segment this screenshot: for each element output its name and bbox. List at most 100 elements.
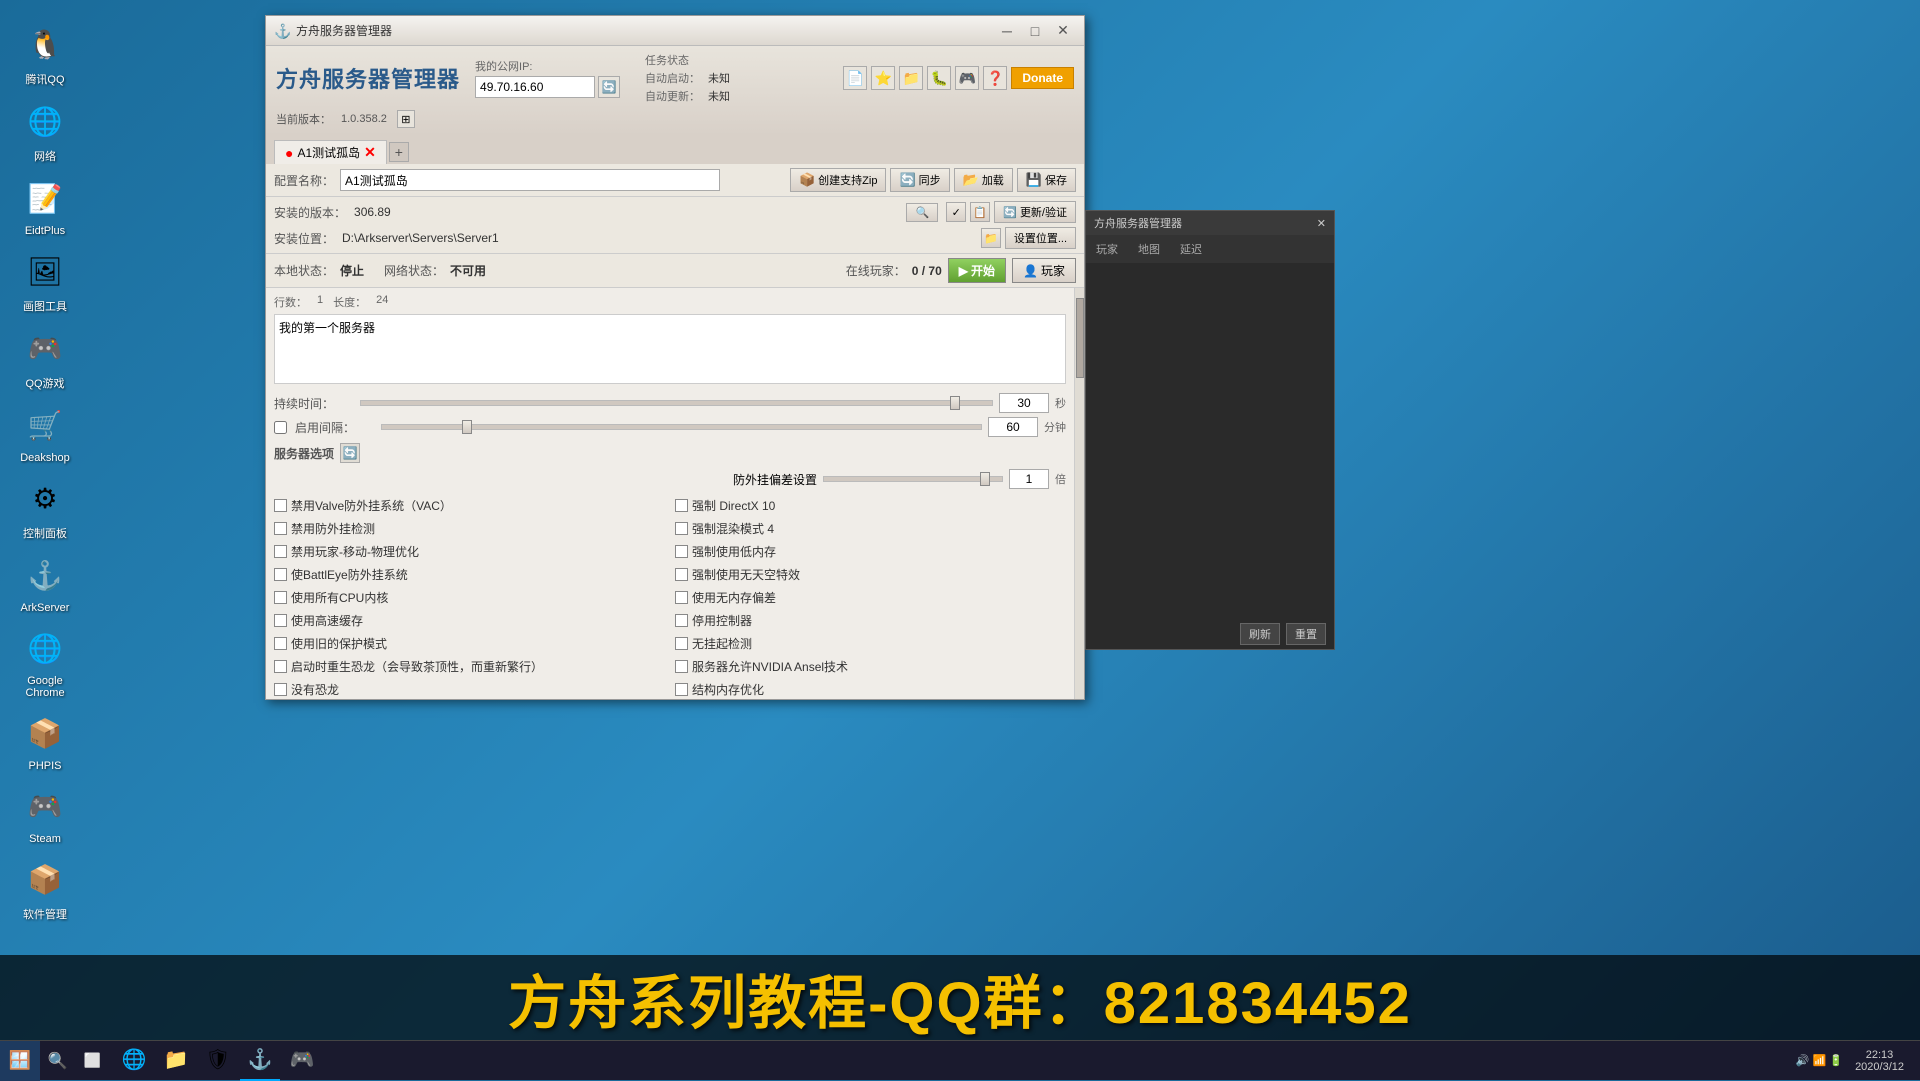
desktop-icon-phpis[interactable]: 📦 PHPIS <box>8 709 83 772</box>
duration-value-input[interactable] <box>999 393 1049 413</box>
taskbar-app-edge[interactable]: 🌐 <box>114 1041 154 1081</box>
right-panel-tab-latency[interactable]: 延迟 <box>1174 239 1208 259</box>
refresh-button[interactable]: 刷新 <box>1240 623 1280 645</box>
steam-link-button[interactable]: 🎮 <box>955 66 979 90</box>
folder-icon-button[interactable]: 📁 <box>899 66 923 90</box>
mix-mode4-checkbox[interactable] <box>675 522 688 535</box>
taskbar-app-explorer[interactable]: 📁 <box>156 1041 196 1081</box>
options-refresh-icon[interactable]: 🔄 <box>340 443 360 463</box>
save-button[interactable]: 💾 保存 <box>1017 168 1076 192</box>
desktop-icon-chrome[interactable]: 🌐 Google Chrome <box>8 624 83 699</box>
taskbar-search-button[interactable]: 🔍 <box>40 1041 75 1081</box>
check-button[interactable]: ✓ <box>946 202 966 222</box>
interval-thumb[interactable] <box>462 420 472 434</box>
desktop-icon-arkserver[interactable]: ⚓ ArkServer <box>8 551 83 614</box>
start-button[interactable]: ▶ 开始 <box>948 258 1006 283</box>
ip-refresh-button[interactable]: 🔄 <box>598 76 620 98</box>
no-dino-checkbox[interactable] <box>274 683 287 696</box>
start-menu-button[interactable]: 🪟 <box>0 1041 40 1081</box>
close-button[interactable]: ✕ <box>1050 21 1076 41</box>
duration-slider[interactable] <box>360 400 993 406</box>
nvidia-ansel-checkbox[interactable] <box>675 660 688 673</box>
vac-checkbox[interactable] <box>274 499 287 512</box>
all-cpu-checkbox[interactable] <box>274 591 287 604</box>
config-name-input[interactable] <box>340 169 720 191</box>
browse-button[interactable]: 📁 <box>981 228 1001 248</box>
file-icon-button[interactable]: 📄 <box>843 66 867 90</box>
taskbar-app-ark[interactable]: ⚓ <box>240 1041 280 1081</box>
right-panel-tab-map[interactable]: 地图 <box>1132 239 1166 259</box>
player-physics-label: 禁用玩家-移动-物理优化 <box>291 543 419 560</box>
sync-button[interactable]: 🔄 同步 <box>890 168 949 192</box>
server-name-textarea[interactable]: 我的第一个服务器 <box>274 314 1066 384</box>
scrollbar-thumb[interactable] <box>1076 298 1084 378</box>
struct-mem-checkbox[interactable] <box>675 683 688 696</box>
star-icon-button[interactable]: ⭐ <box>871 66 895 90</box>
version-value: 1.0.358.2 <box>341 113 387 125</box>
version-icon-button[interactable]: ⊞ <box>397 110 415 128</box>
reset-button[interactable]: 重置 <box>1286 623 1326 645</box>
battleye-checkbox[interactable] <box>274 568 287 581</box>
old-protect-checkbox[interactable] <box>274 637 287 650</box>
help-icon-button[interactable]: ❓ <box>983 66 1007 90</box>
copy-button[interactable]: 📋 <box>970 202 990 222</box>
donate-button[interactable]: Donate <box>1011 67 1074 89</box>
right-panel-tab-players[interactable]: 玩家 <box>1090 239 1124 259</box>
high-speed-checkbox[interactable] <box>274 614 287 627</box>
desktop-icon-control[interactable]: ⚙ 控制面板 <box>8 474 83 541</box>
anticheat-value-input[interactable] <box>1009 469 1049 489</box>
low-memory-checkbox[interactable] <box>675 545 688 558</box>
right-panel-tabs: 玩家 地图 延迟 <box>1086 235 1334 263</box>
desktop-icon-qq[interactable]: 🐧 腾讯QQ <box>8 20 83 87</box>
interval-slider[interactable] <box>381 424 982 430</box>
directx10-checkbox[interactable] <box>675 499 688 512</box>
control-icon: ⚙ <box>21 474 69 522</box>
desktop-icon-qqgame[interactable]: 🎮 QQ游戏 <box>8 324 83 391</box>
desktop-icon-paint[interactable]: 🖼 画图工具 <box>8 247 83 314</box>
taskbar-app-steam[interactable]: 🎮 <box>282 1041 322 1081</box>
set-location-button[interactable]: 设置位置... <box>1005 227 1076 249</box>
option-high-speed: 使用高速缓存 <box>274 610 665 631</box>
maximize-button[interactable]: □ <box>1022 21 1048 41</box>
anticheat-slider[interactable] <box>823 476 1003 482</box>
task-view-button[interactable]: ⬜ <box>75 1041 110 1081</box>
no-mem-bias-checkbox[interactable] <box>675 591 688 604</box>
interval-label: 启用间隔： <box>295 419 375 436</box>
desktop-icon-editplus[interactable]: 📝 EidtPlus <box>8 174 83 237</box>
no-hang-detect-checkbox[interactable] <box>675 637 688 650</box>
taskbar-app-defender[interactable]: 🛡 <box>198 1041 238 1081</box>
version-row: 当前版本： 1.0.358.2 ⊞ <box>276 108 1074 130</box>
desktop-icon-steam[interactable]: 🎮 Steam <box>8 782 83 845</box>
anticheat-thumb[interactable] <box>980 472 990 486</box>
interval-checkbox[interactable] <box>274 421 287 434</box>
tab-close-icon[interactable]: ✕ <box>364 144 376 161</box>
right-panel-close-button[interactable]: ✕ <box>1317 217 1326 230</box>
interval-value-input[interactable] <box>988 417 1038 437</box>
tab-add-button[interactable]: + <box>389 142 409 162</box>
zip-icon: 📦 <box>799 172 815 188</box>
bug-icon-button[interactable]: 🐛 <box>927 66 951 90</box>
no-sky-checkbox[interactable] <box>675 568 688 581</box>
desktop-icon-deakshop[interactable]: 🛒 Deakshop <box>8 401 83 464</box>
scrollbar[interactable] <box>1074 288 1084 699</box>
desktop: 🐧 腾讯QQ 🌐 网络 📝 EidtPlus 🖼 画图工具 🎮 QQ游戏 🛒 D… <box>0 0 1920 1080</box>
ip-input[interactable] <box>475 76 595 98</box>
desktop-icon-network[interactable]: 🌐 网络 <box>8 97 83 164</box>
version-info-icon-button[interactable]: 🔍 <box>906 203 938 222</box>
minimize-button[interactable]: ─ <box>994 21 1020 41</box>
create-zip-button[interactable]: 📦 创建支持Zip <box>790 168 886 192</box>
desktop-icon-softmgr[interactable]: 📦 软件管理 <box>8 855 83 922</box>
title-bar-text: 方舟服务器管理器 <box>296 22 994 39</box>
respawn-dino-checkbox[interactable] <box>274 660 287 673</box>
update-validate-button[interactable]: 🔄 更新/验证 <box>994 201 1076 223</box>
player-physics-checkbox[interactable] <box>274 545 287 558</box>
players-button[interactable]: 👤 玩家 <box>1012 258 1076 283</box>
load-button[interactable]: 📂 加载 <box>954 168 1013 192</box>
tab-a1[interactable]: ● A1测试孤岛 ✕ <box>274 140 387 164</box>
network-status-item: 网络状态： 不可用 <box>384 262 486 279</box>
option-vac: 禁用Valve防外挂系统（VAC） <box>274 495 665 516</box>
duration-thumb[interactable] <box>950 396 960 410</box>
status-bar: 本地状态： 停止 网络状态： 不可用 在线玩家： 0 / 70 ▶ 开始 👤 玩… <box>266 254 1084 288</box>
anticheat-detect-checkbox[interactable] <box>274 522 287 535</box>
disable-controller-checkbox[interactable] <box>675 614 688 627</box>
